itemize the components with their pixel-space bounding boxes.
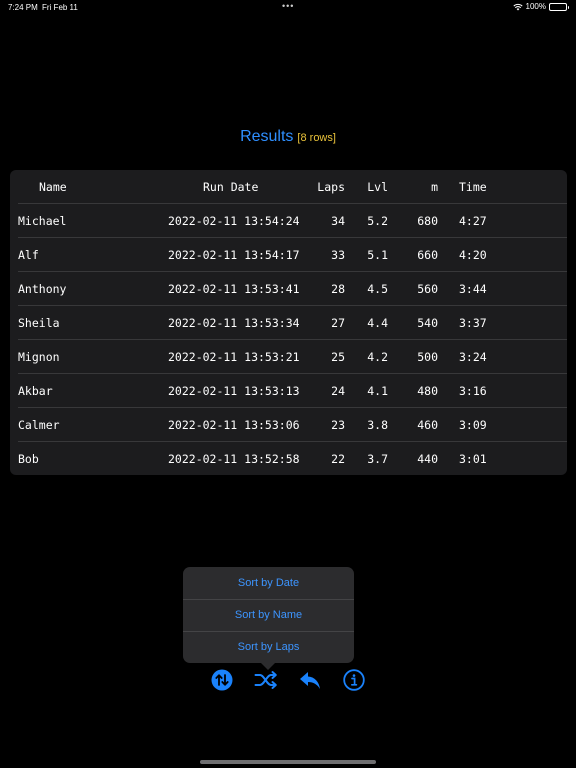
cell-run-date: 2022-02-11 13:54:17 <box>168 248 300 262</box>
cell-m: 480 <box>417 384 438 398</box>
menu-item-sort-by-laps[interactable]: Sort by Laps <box>183 631 354 663</box>
column-header-lvl[interactable]: Lvl <box>367 180 388 194</box>
cell-name: Akbar <box>18 384 53 398</box>
cell-lvl: 4.2 <box>367 350 388 364</box>
menu-item-sort-by-name[interactable]: Sort by Name <box>183 599 354 631</box>
table-row[interactable]: Akbar 2022-02-11 13:53:13 24 4.1 480 3:1… <box>10 374 567 408</box>
status-bar: 7:24 PM Fri Feb 11 ••• 100% <box>0 0 576 14</box>
back-button[interactable] <box>298 668 322 692</box>
sort-menu: Sort by Date Sort by Name Sort by Laps <box>183 567 354 663</box>
column-header-time[interactable]: Time <box>459 180 487 194</box>
cell-m: 680 <box>417 214 438 228</box>
cell-lvl: 3.7 <box>367 452 388 466</box>
cell-run-date: 2022-02-11 13:53:06 <box>168 418 300 432</box>
cell-lvl: 5.2 <box>367 214 388 228</box>
column-header-name[interactable]: Name <box>39 180 67 194</box>
cell-run-date: 2022-02-11 13:53:13 <box>168 384 300 398</box>
cell-laps: 33 <box>331 248 345 262</box>
cell-laps: 34 <box>331 214 345 228</box>
table-row[interactable]: Anthony 2022-02-11 13:53:41 28 4.5 560 3… <box>10 272 567 306</box>
status-date: Fri Feb 11 <box>42 3 78 12</box>
cell-name: Calmer <box>18 418 60 432</box>
back-reply-icon <box>300 672 320 689</box>
cell-time: 4:20 <box>459 248 487 262</box>
cell-run-date: 2022-02-11 13:53:34 <box>168 316 300 330</box>
cell-laps: 22 <box>331 452 345 466</box>
battery-icon <box>549 2 569 11</box>
cell-laps: 24 <box>331 384 345 398</box>
cell-m: 440 <box>417 452 438 466</box>
home-indicator[interactable] <box>200 760 376 764</box>
cell-name: Anthony <box>18 282 67 296</box>
sort-icon <box>211 669 233 691</box>
cell-lvl: 4.1 <box>367 384 388 398</box>
table-row[interactable]: Mignon 2022-02-11 13:53:21 25 4.2 500 3:… <box>10 340 567 374</box>
cell-time: 3:09 <box>459 418 487 432</box>
column-header-m[interactable]: m <box>431 180 438 194</box>
battery-percent: 100% <box>525 2 546 11</box>
cell-name: Sheila <box>18 316 60 330</box>
cell-run-date: 2022-02-11 13:52:58 <box>168 452 300 466</box>
cell-m: 540 <box>417 316 438 330</box>
info-button[interactable] <box>342 668 366 692</box>
cell-name: Michael <box>18 214 67 228</box>
results-table: Name Run Date Laps Lvl m Time Michael 20… <box>10 170 567 475</box>
cell-laps: 23 <box>331 418 345 432</box>
cell-name: Alf <box>18 248 39 262</box>
cell-time: 3:44 <box>459 282 487 296</box>
menu-item-sort-by-date[interactable]: Sort by Date <box>183 567 354 599</box>
cell-time: 3:24 <box>459 350 487 364</box>
column-header-run-date[interactable]: Run Date <box>203 180 258 194</box>
cell-run-date: 2022-02-11 13:53:21 <box>168 350 300 364</box>
cell-name: Bob <box>18 452 39 466</box>
cell-time: 4:27 <box>459 214 487 228</box>
cell-lvl: 4.4 <box>367 316 388 330</box>
cell-laps: 28 <box>331 282 345 296</box>
results-header: Results [8 rows] <box>0 128 576 146</box>
status-indicators: 100% <box>512 2 569 11</box>
cell-laps: 25 <box>331 350 345 364</box>
cell-run-date: 2022-02-11 13:53:41 <box>168 282 300 296</box>
info-icon <box>343 669 365 691</box>
table-row[interactable]: Calmer 2022-02-11 13:53:06 23 3.8 460 3:… <box>10 408 567 442</box>
cell-time: 3:01 <box>459 452 487 466</box>
page-title: Results <box>240 128 294 145</box>
cell-lvl: 3.8 <box>367 418 388 432</box>
cell-run-date: 2022-02-11 13:54:24 <box>168 214 300 228</box>
wifi-icon <box>512 3 523 11</box>
cell-lvl: 5.1 <box>367 248 388 262</box>
cell-laps: 27 <box>331 316 345 330</box>
cell-m: 500 <box>417 350 438 364</box>
cell-m: 560 <box>417 282 438 296</box>
cell-lvl: 4.5 <box>367 282 388 296</box>
sort-button[interactable] <box>210 668 234 692</box>
column-header-laps[interactable]: Laps <box>317 180 345 194</box>
table-row[interactable]: Michael 2022-02-11 13:54:24 34 5.2 680 4… <box>10 204 567 238</box>
multitasking-dots-icon[interactable]: ••• <box>282 1 294 11</box>
table-row[interactable]: Bob 2022-02-11 13:52:58 22 3.7 440 3:01 <box>10 442 567 476</box>
table-header-row: Name Run Date Laps Lvl m Time <box>10 170 567 204</box>
cell-m: 660 <box>417 248 438 262</box>
row-count-badge: [8 rows] <box>297 132 336 144</box>
status-time: 7:24 PM <box>8 3 38 12</box>
cell-time: 3:16 <box>459 384 487 398</box>
cell-time: 3:37 <box>459 316 487 330</box>
cell-m: 460 <box>417 418 438 432</box>
shuffle-button[interactable] <box>254 668 278 692</box>
table-row[interactable]: Sheila 2022-02-11 13:53:34 27 4.4 540 3:… <box>10 306 567 340</box>
table-row[interactable]: Alf 2022-02-11 13:54:17 33 5.1 660 4:20 <box>10 238 567 272</box>
cell-name: Mignon <box>18 350 60 364</box>
shuffle-icon <box>254 671 277 689</box>
